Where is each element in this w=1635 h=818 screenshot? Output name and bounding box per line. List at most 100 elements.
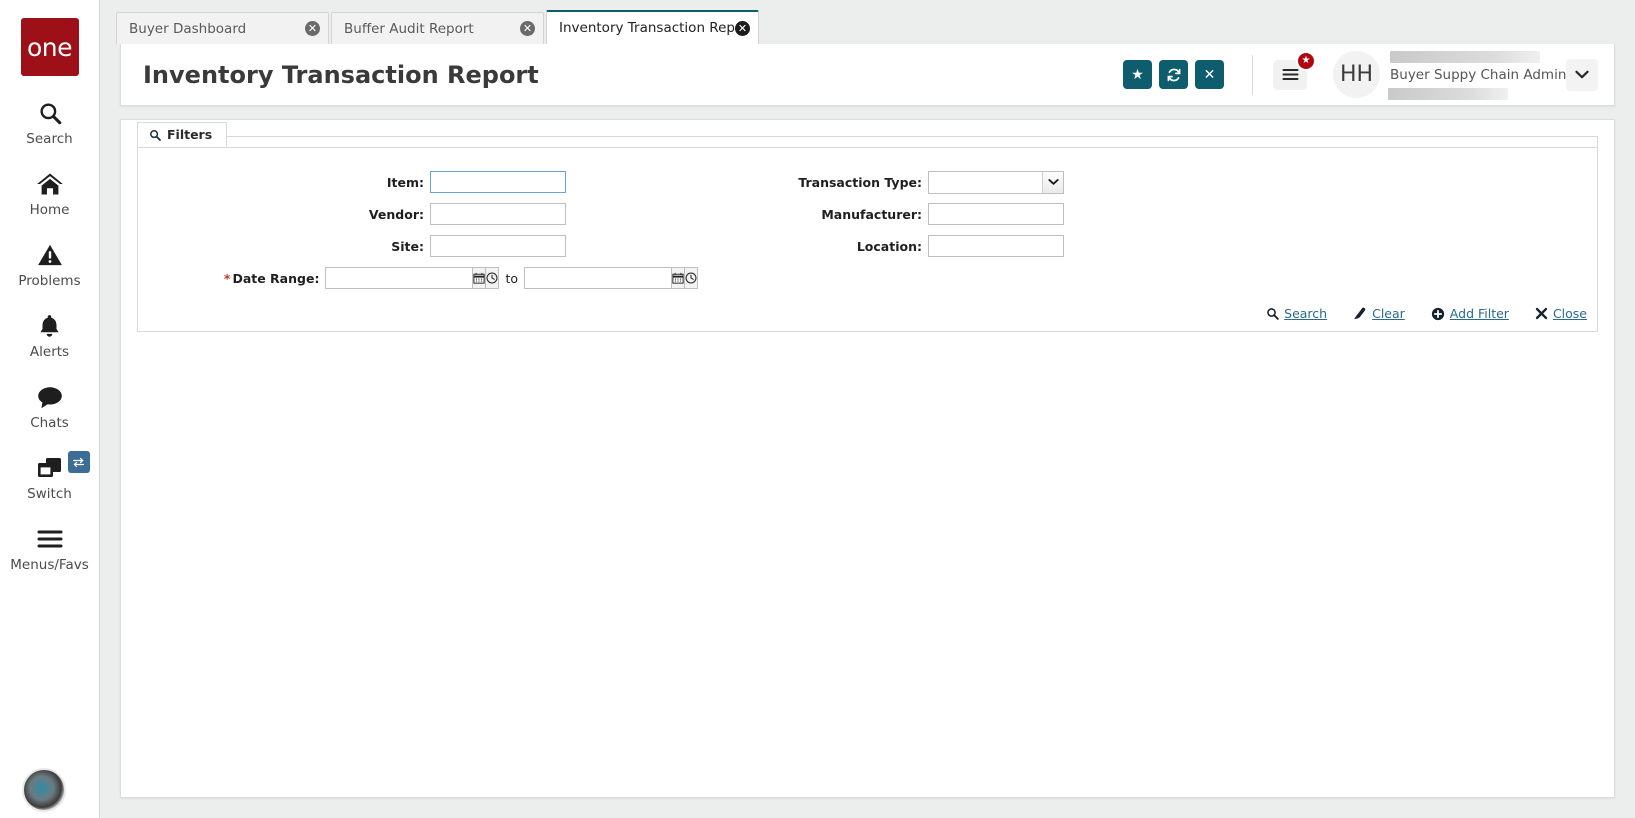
swap-arrows-icon[interactable] [67,451,90,473]
sidebar-item-label: Switch [27,486,72,502]
sidebar-item-label: Alerts [29,344,70,360]
transaction-type-select[interactable] [928,170,1064,194]
search-icon [1266,307,1279,320]
page-title: Inventory Transaction Report [143,60,539,89]
close-circle-icon[interactable]: ✕ [520,21,535,36]
close-link-label: Close [1552,306,1587,321]
search-link[interactable]: Search [1266,306,1327,321]
sidebar-item-menus-favs[interactable]: Menus/Favs [0,524,100,573]
date-range-label: * Date Range: [138,271,325,286]
sidebar-item-label: Home [29,202,70,218]
star-icon: ★ [1131,66,1144,82]
date-range-label-text: Date Range: [232,270,320,286]
page-header-bar: Inventory Transaction Report ★ ✕ ★ HH Bu… [120,44,1615,106]
plus-circle-icon [1431,307,1445,321]
user-menu-toggle[interactable] [1566,58,1598,91]
search-link-label: Search [1284,306,1328,321]
tab-buffer-audit-report[interactable]: Buffer Audit Report ✕ [331,12,544,44]
site-input[interactable] [430,235,566,257]
filters-left-column: Item: Vendor: Site: * Date Range: to [138,170,698,298]
page-body-card: Filters Item: Vendor: Site: * Date Range… [120,119,1615,798]
refresh-button[interactable] [1159,60,1188,89]
manufacturer-label: Manufacturer: [821,206,922,222]
vendor-input[interactable] [430,203,566,225]
user-info-block: Buyer Suppy Chain Admin [1388,50,1566,100]
date-range-to-input[interactable] [524,267,672,289]
header-divider [1252,54,1253,95]
chevron-down-icon [1575,70,1589,79]
field-row-vendor: Vendor: [138,202,698,226]
close-button[interactable]: ✕ [1195,60,1224,89]
sidebar-item-label: Search [26,131,73,147]
add-filter-link-label: Add Filter [1449,306,1509,321]
sidebar-item-problems[interactable]: Problems [0,240,100,289]
field-row-transaction-type: Transaction Type: [698,170,1597,194]
transaction-type-label: Transaction Type: [798,174,922,190]
sidebar-item-chats[interactable]: Chats [0,382,100,431]
filters-body: Item: Vendor: Site: * Date Range: to Tra… [138,160,1597,298]
date-range-separator: to [505,270,518,286]
field-row-location: Location: [698,234,1597,258]
sidebar-item-alerts[interactable]: Alerts [0,311,100,360]
tab-label: Inventory Transaction Report [559,20,735,36]
home-icon [36,169,64,199]
calendar-icon[interactable] [473,267,487,289]
chat-bubble-icon [36,382,64,412]
calendar-icon[interactable] [672,267,685,289]
avatar-initials: HH [1339,62,1374,87]
warning-triangle-icon [37,240,63,270]
avatar[interactable] [22,768,66,812]
sidebar-item-switch[interactable]: Switch [0,451,100,502]
tab-filters[interactable]: Filters [137,122,228,147]
chevron-down-icon [1042,171,1063,193]
tab-label: Buyer Dashboard [129,20,247,37]
user-role-label: Buyer Suppy Chain Admin [1390,66,1567,83]
favorite-button[interactable]: ★ [1123,60,1152,89]
logo-text: one [26,32,73,62]
app-menu-button[interactable]: ★ [1273,50,1316,90]
site-label: Site: [391,238,424,254]
field-row-manufacturer: Manufacturer: [698,202,1597,226]
required-asterisk: * [223,270,231,286]
item-label: Item: [386,174,424,190]
tab-label: Buffer Audit Report [344,20,474,37]
windows-stack-icon [36,453,64,483]
tab-inventory-transaction-report[interactable]: Inventory Transaction Report ✕ [546,10,759,44]
tab-buyer-dashboard[interactable]: Buyer Dashboard ✕ [116,12,329,44]
redacted-user-org [1388,87,1508,100]
sidebar-item-home[interactable]: Home [0,169,100,218]
manufacturer-input[interactable] [928,203,1064,225]
browser-tab-strip: Buyer Dashboard ✕ Buffer Audit Report ✕ … [100,0,1635,44]
item-input[interactable] [430,171,566,193]
filters-panel: Filters Item: Vendor: Site: * Date Range… [137,122,1598,332]
close-link[interactable]: Close [1535,306,1587,321]
sidebar-item-search[interactable]: Search [0,98,100,147]
clear-link[interactable]: Clear [1353,306,1405,321]
sidebar-item-label: Menus/Favs [10,557,89,573]
add-filter-link[interactable]: Add Filter [1431,306,1509,321]
field-row-site: Site: [138,234,698,258]
refresh-icon [1166,67,1182,83]
date-range-from-input[interactable] [325,267,474,289]
vendor-label: Vendor: [368,206,424,222]
one-network-logo[interactable]: one [20,18,79,76]
filters-tab-row: Filters [137,122,1597,148]
field-row-item: Item: [138,170,698,194]
filters-actions: Search Clear Add Filter Close [138,298,1597,331]
field-row-date-range: * Date Range: to [138,266,698,290]
close-circle-icon[interactable]: ✕ [735,20,750,36]
clear-link-label: Clear [1372,306,1405,321]
star-badge-icon: ★ [1296,50,1316,71]
sidebar-item-label: Problems [18,273,81,289]
main-region: Buyer Dashboard ✕ Buffer Audit Report ✕ … [100,0,1635,818]
location-input[interactable] [928,235,1064,257]
avatar[interactable]: HH [1333,51,1380,98]
sidebar-item-label: Chats [30,415,69,431]
search-icon [149,129,161,141]
redacted-user-name [1390,50,1540,63]
clock-icon[interactable] [486,267,500,289]
transaction-type-value [929,172,1042,193]
eraser-icon [1353,307,1367,320]
close-circle-icon[interactable]: ✕ [305,21,320,36]
clock-icon[interactable] [685,267,698,289]
